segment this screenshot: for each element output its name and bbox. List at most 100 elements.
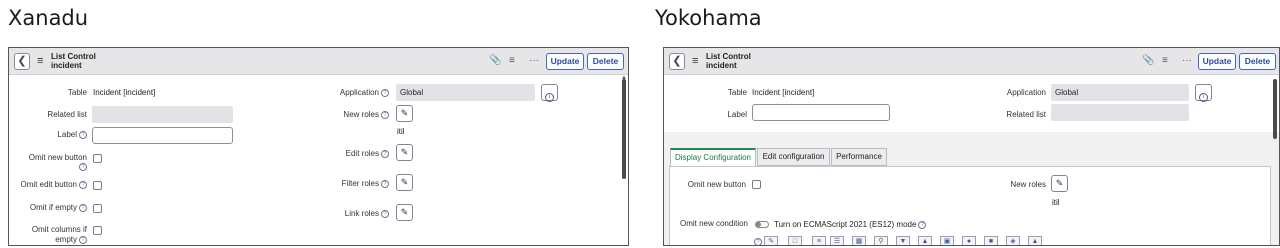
- form-title-text: List Control: [706, 52, 751, 61]
- table-value: Incident [incident]: [752, 88, 815, 97]
- omit-new-condition-label: Omit new condition: [679, 219, 748, 228]
- filter-roles-label: Filter roles?: [309, 179, 389, 189]
- omit-if-empty-label: Omit if empty?: [14, 203, 87, 213]
- table-value: Incident [incident]: [93, 88, 156, 97]
- es12-toggle[interactable]: [755, 221, 769, 228]
- script-toolbar-icon-9[interactable]: ▣: [940, 236, 954, 245]
- back-icon[interactable]: ❮: [669, 53, 685, 70]
- script-toolbar-icon-12[interactable]: ◈: [1006, 236, 1020, 245]
- scrollbar[interactable]: [1273, 79, 1277, 139]
- omit-columns-checkbox[interactable]: [93, 226, 102, 235]
- link-roles-label: Link roles?: [309, 209, 389, 219]
- omit-columns-text: empty: [55, 235, 77, 244]
- xanadu-panel: ❮ ≡ List Control incident 📎 ≡ ··· Update…: [8, 47, 629, 246]
- caption-xanadu: Xanadu: [8, 6, 89, 30]
- delete-button[interactable]: Delete: [587, 53, 624, 70]
- omit-new-button-label: Omit new button: [687, 180, 746, 189]
- tab-display-configuration[interactable]: Display Configuration: [670, 148, 756, 167]
- chevron-down-icon[interactable]: ▼: [896, 236, 910, 245]
- table-label: Table: [67, 88, 87, 97]
- script-toolbar-icon-5[interactable]: ▦: [852, 236, 866, 245]
- help-icon[interactable]: ?: [752, 237, 762, 245]
- paperclip-icon[interactable]: 📎: [1142, 54, 1154, 68]
- application-label: Application: [1006, 88, 1046, 97]
- new-roles-text: New roles: [343, 110, 379, 119]
- omit-new-button-checkbox[interactable]: [752, 180, 761, 189]
- settings-sliders-icon[interactable]: ≡: [509, 54, 515, 68]
- form-title: List Control incident: [51, 52, 96, 70]
- script-toolbar-icon-3[interactable]: ≡: [812, 236, 826, 245]
- omit-new-button-checkbox[interactable]: [93, 154, 102, 163]
- new-roles-value: itil: [397, 127, 405, 136]
- script-toolbar-icon-4[interactable]: ☰: [830, 236, 844, 245]
- form-header: ❮ ≡ List Control incident 📎 ≡ ··· Update…: [664, 48, 1279, 75]
- hamburger-icon[interactable]: ≡: [37, 54, 43, 68]
- application-field[interactable]: Global: [396, 84, 535, 101]
- label-label: Label: [727, 110, 747, 119]
- settings-sliders-icon[interactable]: ≡: [1162, 54, 1168, 68]
- script-toolbar-icon-2[interactable]: □: [788, 236, 802, 245]
- omit-if-empty-text: Omit if empty: [29, 203, 77, 212]
- save-icon[interactable]: ■: [984, 236, 998, 245]
- scrollbar[interactable]: [622, 79, 626, 179]
- omit-columns-label-line1: Omit columns if: [31, 225, 87, 234]
- search-icon[interactable]: ⚲: [874, 236, 888, 245]
- script-toolbar-icon-1[interactable]: ✎: [764, 236, 778, 245]
- related-list-field[interactable]: [92, 106, 233, 123]
- link-roles-pencil-icon[interactable]: ✎: [396, 204, 413, 221]
- omit-edit-button-text: Omit edit button: [20, 180, 77, 189]
- help-icon[interactable]: ?: [79, 235, 87, 244]
- yokohama-panel: ❮ ≡ List Control incident 📎 ≡ ··· Update…: [663, 47, 1280, 246]
- related-list-label: Related list: [47, 110, 87, 119]
- help-icon[interactable]: ?: [381, 179, 389, 188]
- edit-roles-pencil-icon[interactable]: ✎: [396, 144, 413, 161]
- es12-text: Turn on ECMAScript 2021 (ES12) mode: [774, 220, 917, 229]
- help-icon[interactable]: ?: [918, 220, 927, 229]
- form-title: List Control incident: [706, 52, 751, 70]
- label-label-text: Label: [57, 130, 77, 139]
- update-button[interactable]: Update: [1198, 53, 1236, 70]
- help-icon[interactable]: ?: [381, 149, 389, 158]
- omit-if-empty-checkbox[interactable]: [93, 204, 102, 213]
- help-icon[interactable]: ?: [69, 162, 87, 172]
- omit-edit-button-label: Omit edit button?: [9, 180, 87, 190]
- es12-label: Turn on ECMAScript 2021 (ES12) mode?: [774, 220, 927, 230]
- form-header: ❮ ≡ List Control incident 📎 ≡ ··· Update…: [9, 48, 628, 75]
- related-list-field[interactable]: [1051, 104, 1189, 121]
- globe-icon[interactable]: ●: [962, 236, 976, 245]
- tab-edit-configuration[interactable]: Edit configuration: [757, 148, 830, 166]
- new-roles-pencil-icon[interactable]: ✎: [396, 105, 413, 122]
- omit-edit-button-checkbox[interactable]: [93, 181, 102, 190]
- help-icon[interactable]: ?: [381, 88, 389, 97]
- more-icon[interactable]: ···: [529, 54, 539, 68]
- update-button[interactable]: Update: [546, 53, 584, 70]
- script-toolbar-icon-13[interactable]: ▲: [1028, 236, 1042, 245]
- help-icon[interactable]: ?: [79, 180, 87, 189]
- table-label: Table: [727, 88, 747, 97]
- paperclip-icon[interactable]: 📎: [489, 54, 501, 68]
- tab-performance[interactable]: Performance: [831, 148, 887, 166]
- application-field[interactable]: Global: [1051, 84, 1189, 101]
- back-icon[interactable]: ❮: [14, 53, 30, 70]
- more-icon[interactable]: ···: [1182, 54, 1192, 68]
- new-roles-pencil-icon[interactable]: ✎: [1051, 175, 1068, 192]
- edit-roles-label: Edit roles?: [309, 149, 389, 159]
- label-input[interactable]: [752, 104, 890, 121]
- chevron-up-icon[interactable]: ▲: [918, 236, 932, 245]
- link-roles-text: Link roles: [344, 209, 379, 218]
- application-text: Application: [339, 88, 379, 97]
- filter-roles-pencil-icon[interactable]: ✎: [396, 174, 413, 191]
- hamburger-icon[interactable]: ≡: [692, 54, 698, 68]
- info-icon[interactable]: i: [1195, 84, 1212, 102]
- form-subtitle-text: incident: [706, 61, 737, 70]
- label-input[interactable]: [92, 127, 233, 144]
- delete-button[interactable]: Delete: [1239, 53, 1276, 70]
- help-icon[interactable]: ?: [79, 203, 87, 212]
- info-icon[interactable]: i: [541, 84, 558, 102]
- form-title-text: List Control: [51, 52, 96, 61]
- label-label: Label?: [19, 130, 87, 140]
- help-icon[interactable]: ?: [381, 209, 389, 218]
- help-icon[interactable]: ?: [381, 110, 389, 119]
- filter-roles-text: Filter roles: [341, 179, 379, 188]
- help-icon[interactable]: ?: [79, 130, 87, 139]
